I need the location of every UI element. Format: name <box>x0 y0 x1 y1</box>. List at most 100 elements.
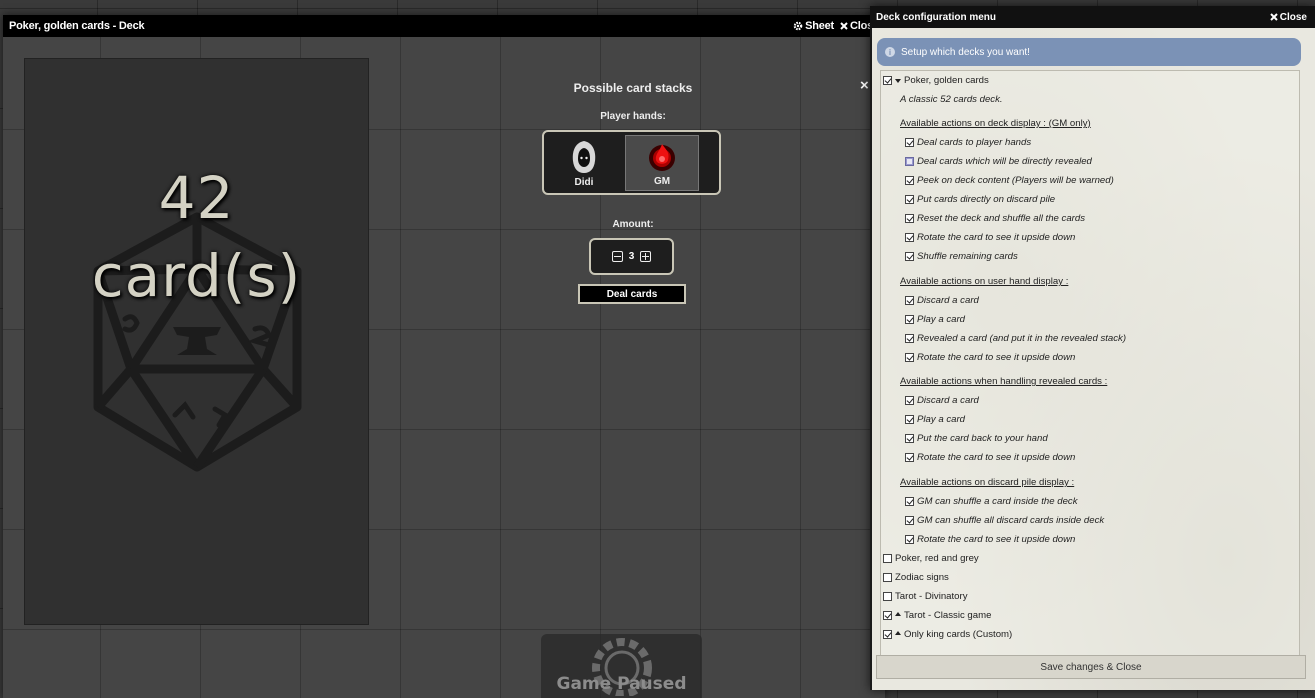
card-count-unit: card(s) <box>91 242 302 310</box>
option-checkbox[interactable] <box>905 315 914 324</box>
expand-caret-icon[interactable] <box>895 78 901 83</box>
player-gm[interactable]: GM <box>625 135 699 191</box>
option-checkbox[interactable] <box>905 353 914 362</box>
option-label: Rotate the card to see it upside down <box>917 232 1076 243</box>
game-paused-text: Game Paused <box>556 674 687 694</box>
config-close-label: Close <box>1279 11 1307 23</box>
deck-window-title: Poker, golden cards - Deck <box>9 20 145 32</box>
player-hands-label: Player hands: <box>600 111 666 122</box>
option-row: Peek on deck content (Players will be wa… <box>905 175 1114 186</box>
info-banner: i Setup which decks you want! <box>877 38 1301 66</box>
section-title: Available actions when handling revealed… <box>900 376 1108 387</box>
deck-name: Tarot - Classic game <box>904 610 992 621</box>
option-checkbox[interactable] <box>905 214 914 223</box>
option-label: Rotate the card to see it upside down <box>917 352 1076 363</box>
config-close-button[interactable]: Close <box>1270 12 1307 23</box>
option-row: Put the card back to your hand <box>905 433 1048 444</box>
config-window-title: Deck configuration menu <box>876 11 997 23</box>
minus-square-icon[interactable] <box>611 251 623 262</box>
info-icon: i <box>885 47 895 57</box>
section-title: Available actions on deck display : (GM … <box>900 118 1091 129</box>
deck-name: Poker, golden cards <box>904 75 989 86</box>
option-label: Play a card <box>917 314 965 325</box>
deck-item-poker-golden: Poker, golden cards <box>883 75 989 86</box>
red-flame-icon <box>649 144 675 171</box>
option-checkbox[interactable] <box>905 415 914 424</box>
collapse-caret-icon[interactable] <box>895 611 901 616</box>
deck-checkbox[interactable] <box>883 611 892 620</box>
config-window-header[interactable]: Deck configuration menu Close <box>870 6 1315 28</box>
option-label: Discard a card <box>917 395 979 406</box>
player-gm-name: GM <box>653 176 671 187</box>
deck-checkbox[interactable] <box>883 76 892 85</box>
plus-square-icon[interactable] <box>640 251 652 262</box>
stacks-close-icon[interactable]: × <box>860 77 869 94</box>
option-label: GM can shuffle a card inside the deck <box>917 496 1078 507</box>
deck-config-window: Deck configuration menu Close i Setup wh… <box>870 6 1315 690</box>
option-label: GM can shuffle all discard cards inside … <box>917 515 1105 526</box>
option-row: Play a card <box>905 314 965 325</box>
option-checkbox[interactable] <box>905 296 914 305</box>
player-hands-box: Didi GM <box>542 130 721 195</box>
option-row: Rotate the card to see it upside down <box>905 452 1075 463</box>
sheet-button[interactable]: Sheet <box>793 20 834 32</box>
option-row: Deal cards which will be directly reveal… <box>905 156 1092 167</box>
option-checkbox[interactable] <box>905 535 914 544</box>
amount-stepper: 3 <box>589 238 674 275</box>
deck-card-count: 42 card(s) <box>25 159 368 315</box>
option-label: Rotate the card to see it upside down <box>917 452 1076 463</box>
deal-cards-button[interactable]: Deal cards <box>578 284 686 304</box>
option-checkbox[interactable] <box>905 176 914 185</box>
option-checkbox[interactable] <box>905 453 914 462</box>
deck-description: A classic 52 cards deck. <box>900 94 1003 105</box>
card-count-number: 42 <box>158 164 235 232</box>
deck-item-poker-red-grey: Poker, red and grey <box>883 553 979 564</box>
option-checkbox[interactable] <box>905 157 914 166</box>
option-checkbox[interactable] <box>905 434 914 443</box>
save-close-button[interactable]: Save changes & Close <box>876 655 1306 679</box>
option-checkbox[interactable] <box>905 138 914 147</box>
deck-name: Tarot - Divinatory <box>895 591 968 602</box>
option-row: Shuffle remaining cards <box>905 251 1018 262</box>
possible-stacks-title: Possible card stacks <box>573 81 693 95</box>
deck-tree: Poker, golden cards A classic 52 cards d… <box>880 70 1300 675</box>
option-row: Discard a card <box>905 295 979 306</box>
sheet-label: Sheet <box>805 20 835 32</box>
option-label: Play a card <box>917 414 965 425</box>
collapse-caret-icon[interactable] <box>895 630 901 635</box>
option-row: Put cards directly on discard pile <box>905 194 1055 205</box>
option-label: Shuffle remaining cards <box>917 251 1018 262</box>
section-title: Available actions on discard pile displa… <box>900 477 1075 488</box>
option-row: Reset the deck and shuffle all the cards <box>905 213 1085 224</box>
player-didi[interactable]: Didi <box>547 135 621 191</box>
player-didi-name: Didi <box>574 177 594 188</box>
deck-item-tarot-divinatory: Tarot - Divinatory <box>883 591 968 602</box>
option-checkbox[interactable] <box>905 334 914 343</box>
option-checkbox[interactable] <box>905 233 914 242</box>
option-row: Play a card <box>905 414 965 425</box>
option-row: GM can shuffle all discard cards inside … <box>905 515 1104 526</box>
deck-checkbox[interactable] <box>883 554 892 563</box>
deck-window-header[interactable]: Poker, golden cards - Deck Sheet Close <box>3 15 885 37</box>
option-row: Discard a card <box>905 395 979 406</box>
deck-checkbox[interactable] <box>883 573 892 582</box>
amount-label: Amount: <box>612 219 654 230</box>
option-row: Revealed a card (and put it in the revea… <box>905 333 1126 344</box>
deck-item-zodiac: Zodiac signs <box>883 572 949 583</box>
info-text: Setup which decks you want! <box>901 46 1030 58</box>
deck-name: Zodiac signs <box>895 572 949 583</box>
gear-icon <box>793 21 803 31</box>
option-row: Rotate the card to see it upside down <box>905 232 1075 243</box>
deck-body: 42 card(s) Possible card stacks × Player… <box>3 37 885 698</box>
option-checkbox[interactable] <box>905 195 914 204</box>
option-checkbox[interactable] <box>905 396 914 405</box>
option-checkbox[interactable] <box>905 497 914 506</box>
option-checkbox[interactable] <box>905 516 914 525</box>
option-label: Deal cards which will be directly reveal… <box>917 156 1092 167</box>
option-checkbox[interactable] <box>905 252 914 261</box>
deck-checkbox[interactable] <box>883 592 892 601</box>
deck-checkbox[interactable] <box>883 630 892 639</box>
deck-item-only-king: Only king cards (Custom) <box>883 629 1012 640</box>
option-label: Deal cards to player hands <box>917 137 1032 148</box>
deck-card[interactable]: 42 card(s) <box>24 58 369 625</box>
